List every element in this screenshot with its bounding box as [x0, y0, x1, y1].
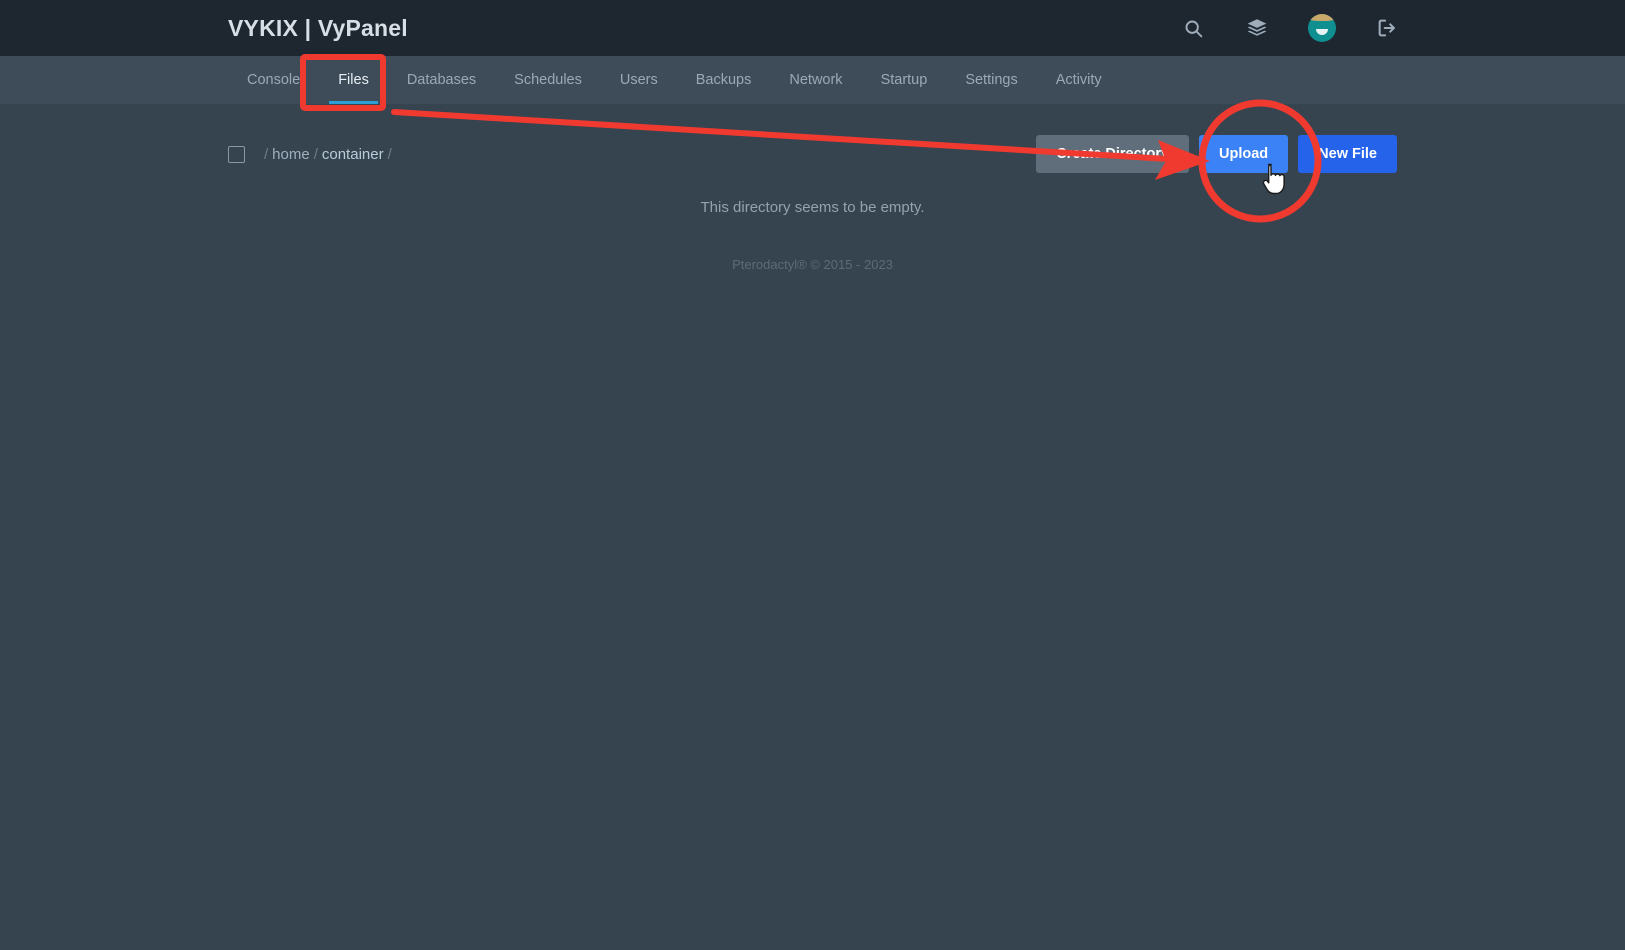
breadcrumb: / home / container / [260, 146, 396, 163]
breadcrumb-separator-lead: / [264, 145, 269, 163]
tab-console[interactable]: Console [228, 56, 319, 104]
footer-copyright: Pterodactyl® © 2015 - 2023 [732, 257, 893, 272]
tab-startup[interactable]: Startup [862, 56, 947, 104]
file-manager-toolbar: / home / container / Create Directory Upload… [228, 126, 1397, 182]
upload-button[interactable]: Upload [1199, 135, 1289, 173]
logout-icon[interactable] [1374, 15, 1400, 41]
server-nav-tabs: Console Files Databases Schedules Users … [0, 56, 1625, 104]
breadcrumb-item-container[interactable]: container [322, 146, 384, 163]
new-file-button[interactable]: New File [1298, 135, 1397, 173]
create-directory-button[interactable]: Create Directory [1036, 135, 1190, 173]
breadcrumb-separator-trailing: / [387, 145, 392, 163]
tab-backups[interactable]: Backups [677, 56, 771, 104]
tab-files[interactable]: Files [319, 56, 388, 104]
page-title: VYKIX | VyPanel [228, 14, 408, 41]
tab-settings[interactable]: Settings [946, 56, 1036, 104]
file-manager-content: / home / container / Create Directory Upload… [0, 126, 1625, 272]
breadcrumb-separator-1: / [313, 145, 318, 163]
tab-users[interactable]: Users [601, 56, 677, 104]
search-icon[interactable] [1180, 15, 1206, 41]
top-header-bar: VYKIX | VyPanel [0, 0, 1625, 56]
breadcrumb-item-home[interactable]: home [272, 146, 310, 163]
tab-schedules[interactable]: Schedules [495, 56, 601, 104]
tab-databases[interactable]: Databases [388, 56, 495, 104]
empty-directory-message: This directory seems to be empty. [700, 199, 925, 216]
avatar[interactable] [1308, 14, 1336, 42]
file-action-buttons: Create Directory Upload New File [1036, 135, 1397, 173]
header-actions [1180, 14, 1625, 42]
layers-icon[interactable] [1244, 15, 1270, 41]
tab-activity[interactable]: Activity [1037, 56, 1121, 104]
tab-network[interactable]: Network [770, 56, 861, 104]
select-all-checkbox[interactable] [228, 145, 245, 163]
